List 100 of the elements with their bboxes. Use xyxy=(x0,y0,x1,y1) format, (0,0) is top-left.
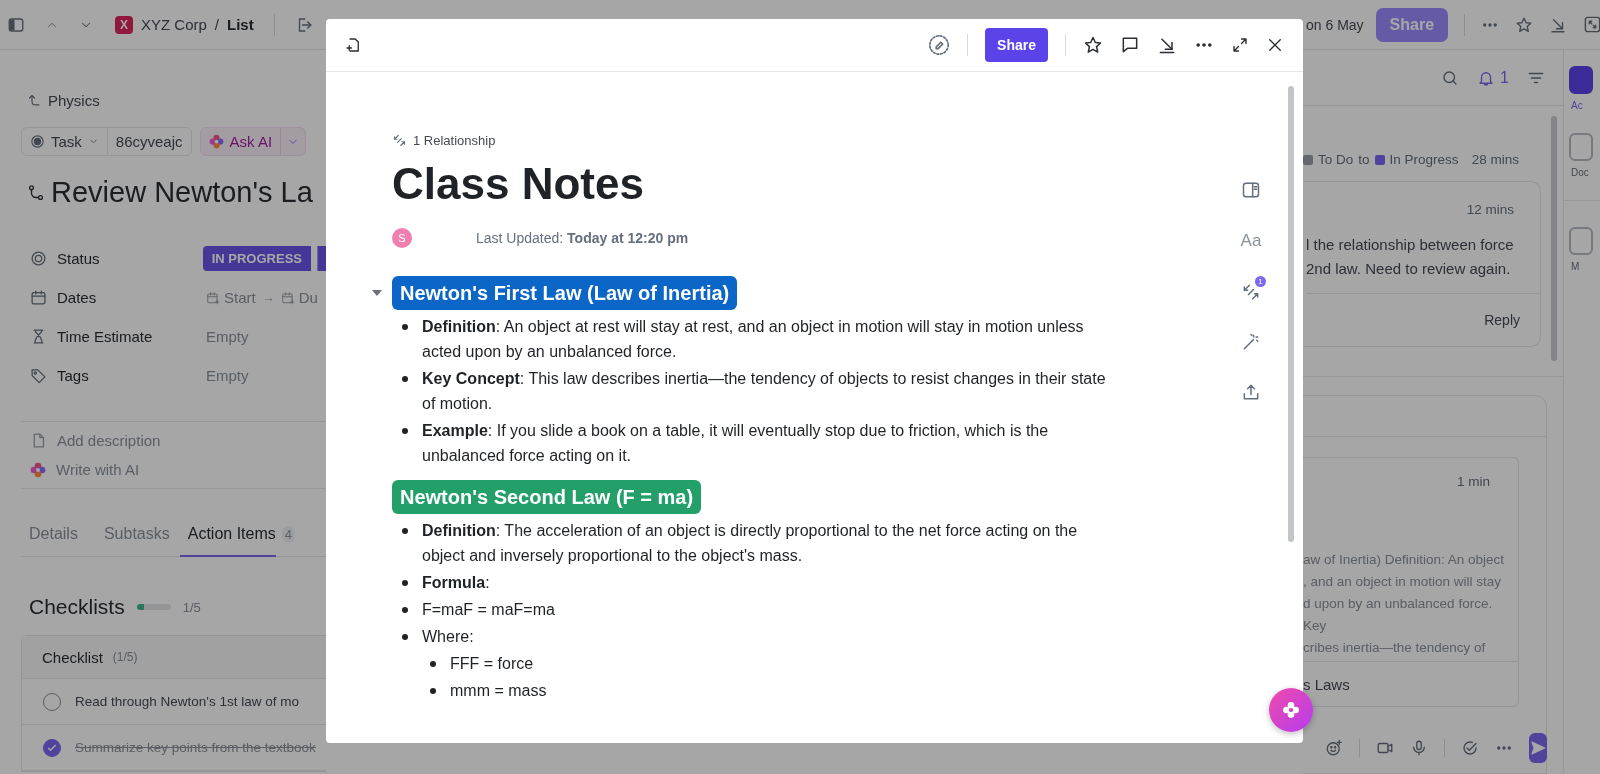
last-updated-text: Last Updated: Today at 12:20 pm xyxy=(476,230,689,246)
status-text: In Progress xyxy=(1389,152,1459,167)
bullet-text: Formula: xyxy=(422,573,490,593)
send-button[interactable] xyxy=(1529,733,1547,763)
bullet-text: Definition: The acceleration of an object is directly proportional to the net force acting on the object and inversely proportional to the object's mass. xyxy=(422,521,1079,566)
avatar: S xyxy=(392,228,412,248)
bullet-icon xyxy=(430,661,436,667)
text-format-button[interactable]: Aa xyxy=(1240,230,1262,252)
hook-arrow-icon xyxy=(27,93,42,108)
field-value[interactable]: Empty xyxy=(206,367,249,384)
star-icon[interactable] xyxy=(1083,35,1103,55)
progress-text: 1/5 xyxy=(182,599,201,615)
relationship-icon[interactable] xyxy=(1241,282,1261,302)
share-button[interactable]: Share xyxy=(1375,7,1449,42)
sidebar-icon[interactable] xyxy=(1569,66,1593,94)
field-label: Time Estimate xyxy=(57,328,153,345)
start-date-button[interactable]: Start xyxy=(206,289,256,306)
send-icon xyxy=(1529,739,1547,757)
sidebar-toggle-icon[interactable] xyxy=(7,15,25,34)
target-icon xyxy=(30,250,47,267)
bullet-text: Example: If you slide a book on a table, it will eventually stop due to friction, which is the unbalanced force acting on it. xyxy=(422,421,1050,466)
bullet-text: F=maF = maF=ma xyxy=(422,600,555,620)
bullet-text: Definition: An object at rest will stay at rest, and an object in motion will stay in motion unless acted upon by an unbalanced force. xyxy=(422,317,1085,362)
task-id[interactable]: 86cyveajc xyxy=(106,128,191,155)
workspace-link[interactable]: XYZ Corp xyxy=(141,16,207,33)
tab[interactable]: Details xyxy=(29,525,78,557)
checkbox[interactable] xyxy=(43,738,61,757)
bullet-text: mmm = mass xyxy=(450,681,547,701)
checklist-item-text: Summarize key points from the textbook xyxy=(75,740,316,755)
field-label: Tags xyxy=(57,367,89,384)
relationship-link[interactable]: 1 Relationship xyxy=(413,132,496,148)
bullet-icon xyxy=(402,607,408,613)
tag-icon[interactable] xyxy=(928,34,951,56)
status-text: to xyxy=(1358,152,1370,167)
bullet-icon xyxy=(402,376,408,382)
list-link[interactable]: List xyxy=(227,16,254,33)
preview-text: aw of Inertia) Definition: An object xyxy=(1303,551,1506,569)
status-square xyxy=(1303,154,1313,165)
calendar-plus-icon xyxy=(206,290,220,305)
preview-text: , and an object in motion will stay xyxy=(1303,573,1503,591)
scrollbar[interactable] xyxy=(1551,116,1557,361)
comment-text: l the relationship between force xyxy=(1306,235,1515,255)
section-heading: Newton's Second Law (F = ma) xyxy=(392,480,702,514)
panel-icon[interactable] xyxy=(1241,180,1261,200)
microphone-icon[interactable] xyxy=(1410,739,1428,757)
check-circle-icon[interactable] xyxy=(1461,739,1479,757)
doc-title: Class Notes xyxy=(392,160,645,208)
bullet-text: Key Concept: This law describes inertia—the tendency of objects to resist changes in their state of motion. xyxy=(422,369,1107,414)
close-icon[interactable] xyxy=(1266,36,1284,54)
bullet-icon xyxy=(402,428,408,434)
tag-icon xyxy=(30,367,47,384)
bullet-icon xyxy=(402,324,408,330)
timestamp: 28 mins xyxy=(1471,152,1519,167)
due-date-text: on 6 May xyxy=(1306,16,1364,33)
flower-icon xyxy=(1281,700,1301,720)
reply-button[interactable]: Reply xyxy=(1484,312,1520,328)
emoji-icon[interactable] xyxy=(1325,739,1343,757)
timestamp: 12 mins xyxy=(1465,201,1515,219)
share-button[interactable]: Share xyxy=(985,28,1048,62)
comment-text: 2nd law. Need to review again. xyxy=(1306,259,1512,279)
checklist-name: Checklist xyxy=(42,648,103,666)
sidebar-label[interactable]: M xyxy=(1571,261,1580,272)
task-type-button[interactable]: Task xyxy=(22,128,107,155)
preview-text: cribes inertia—the tendency of xyxy=(1303,639,1487,657)
bullet-icon xyxy=(430,688,436,694)
upload-icon[interactable] xyxy=(1241,382,1261,402)
checklist-count: (1/5) xyxy=(112,650,138,664)
field-value[interactable]: Empty xyxy=(206,328,249,345)
subtask-icon xyxy=(27,183,45,202)
sidebar-label[interactable]: Doc xyxy=(1571,167,1589,178)
document-icon[interactable] xyxy=(344,36,362,54)
notifications-button[interactable]: 1 xyxy=(1477,68,1509,87)
tab[interactable]: Subtasks xyxy=(103,525,170,557)
bullet-icon xyxy=(402,580,408,586)
write-with-ai-link[interactable]: Write with AI xyxy=(56,461,140,478)
add-description-link[interactable]: Add description xyxy=(57,432,161,449)
tab[interactable]: Action Items xyxy=(179,525,276,557)
comment-icon[interactable] xyxy=(1120,35,1140,55)
due-date-button[interactable]: Du xyxy=(280,289,318,306)
magic-wand-icon[interactable] xyxy=(1241,332,1261,352)
section-heading: Newton's First Law (Law of Inertia) xyxy=(392,276,738,310)
status-badge[interactable]: IN PROGRESS xyxy=(202,246,311,271)
breadcrumb-separator: / xyxy=(214,16,220,33)
status-square xyxy=(1374,154,1385,165)
calendar-plus-icon xyxy=(280,290,295,305)
sparkle-icon xyxy=(208,134,224,149)
expand-icon[interactable] xyxy=(1231,36,1249,54)
field-label: Dates xyxy=(57,289,97,306)
section-title: Checklists xyxy=(29,595,125,619)
relationship-icon xyxy=(392,132,407,148)
bullet-icon xyxy=(402,634,408,640)
field-label: Status xyxy=(57,250,100,267)
task-title: Review Newton's La xyxy=(51,176,313,209)
status-text: To Do xyxy=(1318,152,1354,167)
sidebar-label[interactable]: Ac xyxy=(1571,100,1583,111)
checklist-item-text: Read through Newton's 1st law of mo xyxy=(75,694,299,709)
star-icon[interactable] xyxy=(1515,15,1534,34)
count-badge: 4 xyxy=(281,526,295,543)
bullet-text: FFF = force xyxy=(450,654,534,674)
parent-task-link[interactable]: Physics xyxy=(48,92,100,109)
